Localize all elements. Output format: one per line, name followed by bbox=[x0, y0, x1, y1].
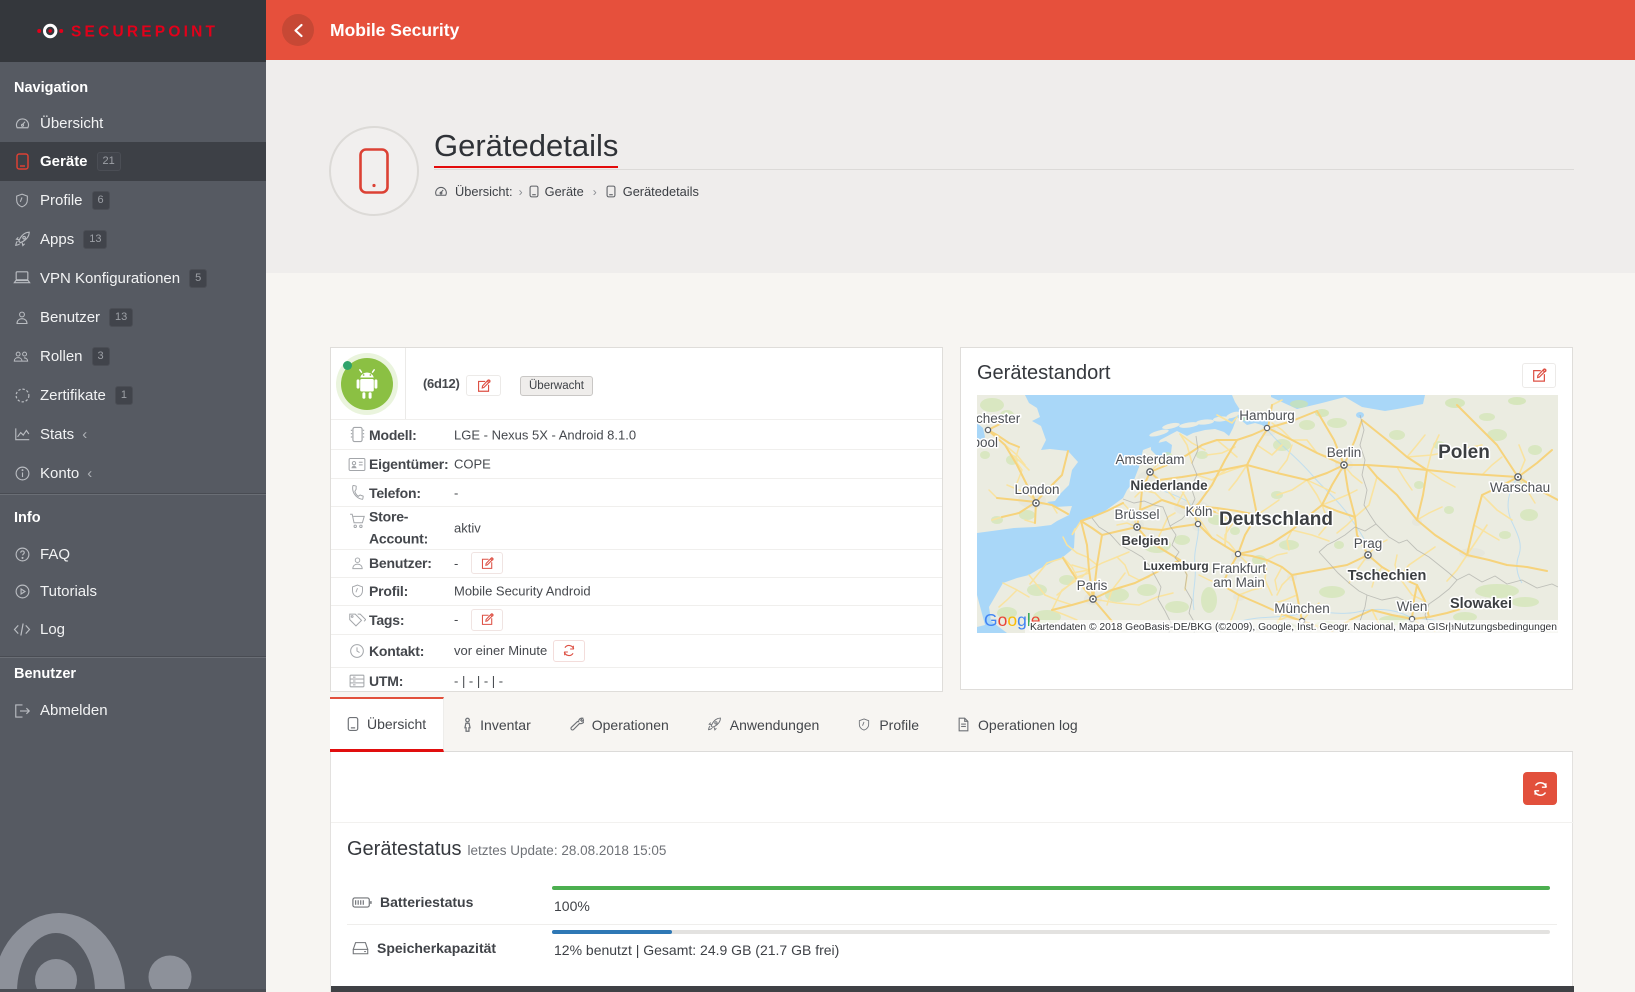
svg-text:Slowakei: Slowakei bbox=[1450, 596, 1512, 612]
svg-text:SECUREPOINT: SECUREPOINT bbox=[71, 24, 218, 41]
svg-text:Deutschland: Deutschland bbox=[1219, 509, 1333, 530]
svg-text:Manchester: Manchester bbox=[977, 411, 1021, 426]
svg-text:Liverpool: Liverpool bbox=[977, 435, 998, 450]
svg-text:Warschau: Warschau bbox=[1490, 480, 1550, 495]
svg-text:München: München bbox=[1274, 601, 1330, 616]
svg-text:Köln: Köln bbox=[1185, 504, 1212, 519]
svg-text:Brüssel: Brüssel bbox=[1114, 507, 1159, 522]
svg-text:Polen: Polen bbox=[1438, 442, 1490, 463]
svg-text:Niederlande: Niederlande bbox=[1130, 478, 1208, 493]
svg-text:Hamburg: Hamburg bbox=[1239, 408, 1295, 423]
svg-text:Paris: Paris bbox=[1077, 578, 1108, 593]
svg-text:Kartendaten © 2018 GeoBasis-DE: Kartendaten © 2018 GeoBasis-DE/BKG (©200… bbox=[1030, 622, 1462, 633]
svg-text:Belgien: Belgien bbox=[1122, 533, 1169, 548]
svg-text:am Main: am Main bbox=[1213, 575, 1265, 590]
svg-text:Frankfurt: Frankfurt bbox=[1212, 561, 1266, 576]
svg-text:Wien: Wien bbox=[1397, 599, 1428, 614]
svg-text:London: London bbox=[1014, 482, 1059, 497]
svg-text:Amsterdam: Amsterdam bbox=[1115, 452, 1184, 467]
svg-text:Prag: Prag bbox=[1354, 536, 1383, 551]
svg-text:Berlin: Berlin bbox=[1327, 445, 1362, 460]
svg-text:Tschechien: Tschechien bbox=[1348, 568, 1427, 584]
svg-text:Luxemburg: Luxemburg bbox=[1143, 559, 1208, 573]
svg-text:| Nutzungsbedingungen: | Nutzungsbedingungen bbox=[1448, 622, 1557, 633]
